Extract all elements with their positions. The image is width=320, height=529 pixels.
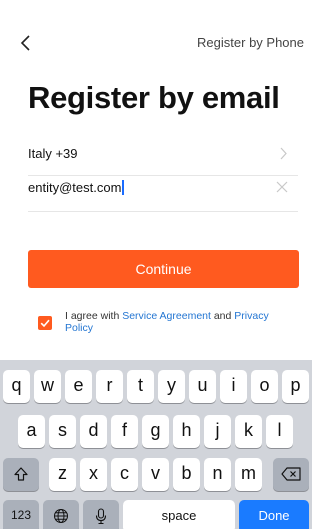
email-value: entity@test.com: [28, 180, 122, 195]
checkmark-icon: [40, 319, 50, 328]
country-value: Italy +39: [28, 146, 78, 161]
key-w[interactable]: w: [34, 370, 61, 403]
shift-icon: [14, 467, 28, 481]
agreement-prefix: I agree with: [65, 310, 123, 322]
agreement-and: and: [210, 310, 235, 322]
done-key[interactable]: Done: [239, 500, 309, 529]
backspace-key[interactable]: [273, 458, 309, 491]
key-u[interactable]: u: [189, 370, 216, 403]
register-screen: Register by Phone Register by email Ital…: [0, 0, 312, 529]
key-m[interactable]: m: [235, 458, 262, 491]
key-a[interactable]: a: [18, 415, 45, 448]
email-input[interactable]: entity@test.com: [28, 180, 124, 195]
key-f[interactable]: f: [111, 415, 138, 448]
clear-x-icon[interactable]: [276, 181, 288, 193]
shift-key[interactable]: [3, 458, 39, 491]
key-n[interactable]: n: [204, 458, 231, 491]
key-c[interactable]: c: [111, 458, 138, 491]
key-l[interactable]: l: [266, 415, 293, 448]
space-key[interactable]: space: [123, 500, 235, 529]
key-b[interactable]: b: [173, 458, 200, 491]
backspace-icon: [281, 467, 301, 481]
agreement-checkbox[interactable]: [38, 316, 52, 330]
numbers-key[interactable]: 123: [3, 500, 39, 529]
key-o[interactable]: o: [251, 370, 278, 403]
microphone-key[interactable]: [83, 500, 119, 529]
agreement-text: I agree with Service Agreement and Priva…: [65, 310, 295, 334]
key-h[interactable]: h: [173, 415, 200, 448]
register-by-phone-link[interactable]: Register by Phone: [197, 35, 304, 50]
key-y[interactable]: y: [158, 370, 185, 403]
key-s[interactable]: s: [49, 415, 76, 448]
key-g[interactable]: g: [142, 415, 169, 448]
microphone-icon: [95, 508, 107, 524]
globe-icon: [54, 509, 68, 524]
key-d[interactable]: d: [80, 415, 107, 448]
key-q[interactable]: q: [3, 370, 30, 403]
chevron-left-icon: [20, 35, 30, 51]
key-k[interactable]: k: [235, 415, 262, 448]
back-button[interactable]: [20, 28, 44, 58]
chevron-right-icon: [280, 147, 287, 160]
key-v[interactable]: v: [142, 458, 169, 491]
email-field[interactable]: entity@test.com: [28, 168, 298, 212]
top-bar: Register by Phone: [0, 28, 312, 58]
text-caret: [122, 180, 124, 195]
page-title: Register by email: [28, 80, 280, 115]
key-x[interactable]: x: [80, 458, 107, 491]
keyboard: q w e r t y u i o p a s d f g h j k l z …: [0, 360, 312, 529]
continue-button[interactable]: Continue: [28, 250, 299, 288]
globe-key[interactable]: [43, 500, 79, 529]
service-agreement-link[interactable]: Service Agreement: [122, 310, 211, 322]
key-z[interactable]: z: [49, 458, 76, 491]
key-t[interactable]: t: [127, 370, 154, 403]
key-e[interactable]: e: [65, 370, 92, 403]
key-i[interactable]: i: [220, 370, 247, 403]
key-j[interactable]: j: [204, 415, 231, 448]
key-r[interactable]: r: [96, 370, 123, 403]
key-p[interactable]: p: [282, 370, 309, 403]
